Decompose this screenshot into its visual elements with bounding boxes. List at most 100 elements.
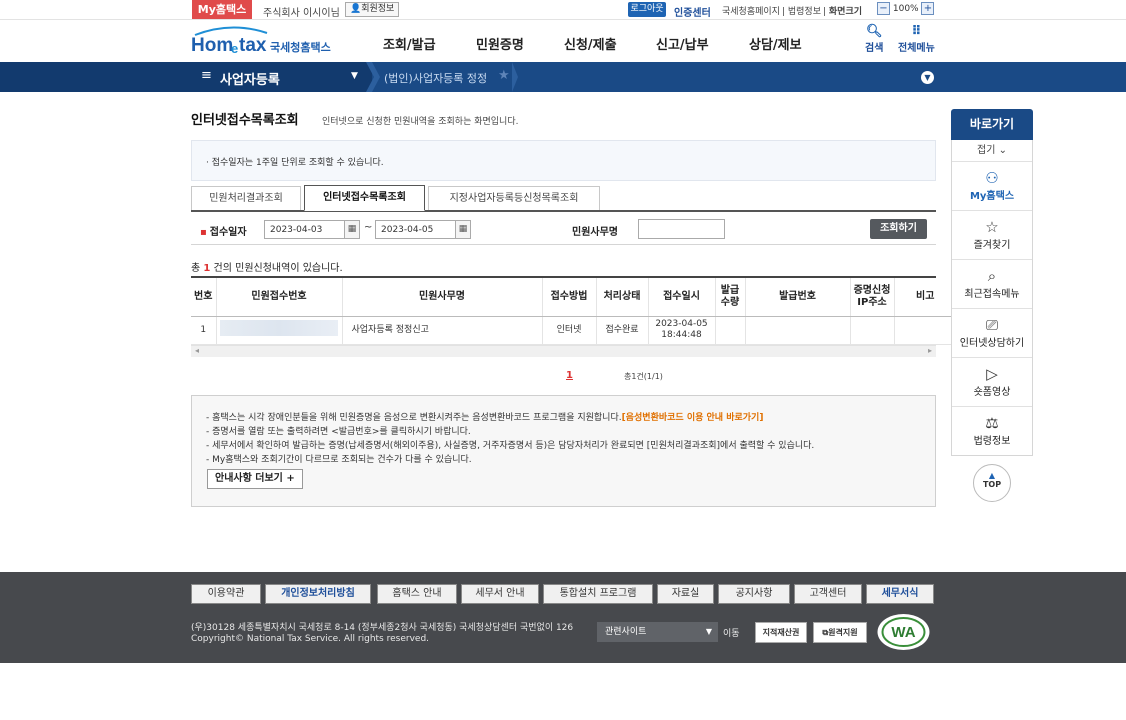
col-method: 접수방법 bbox=[541, 278, 596, 317]
calendar-icon[interactable]: ▦ bbox=[455, 220, 471, 239]
cell-status: 접수완료 bbox=[595, 316, 648, 345]
info-line: - 증명서를 열람 또는 출력하려면 <발급번호>를 클릭하시기 바랍니다. bbox=[206, 427, 471, 437]
more-info-button[interactable]: 안내사항 더보기 + bbox=[207, 469, 303, 489]
logout-button[interactable]: 로그아웃 bbox=[628, 2, 666, 17]
col-status: 처리상태 bbox=[595, 278, 648, 317]
ip-rights-badge[interactable]: 지적재산권 bbox=[755, 622, 807, 643]
footer-customer-center[interactable]: 고객센터 bbox=[794, 584, 862, 604]
page-total: 총1건(1/1) bbox=[624, 372, 663, 381]
header-search-button[interactable]: 🔍︎ 검색 bbox=[865, 24, 883, 55]
gnb-filing[interactable]: 신고/납부 bbox=[656, 34, 709, 53]
required-mark: ▪ bbox=[200, 227, 207, 238]
favorite-star-icon[interactable]: ★ bbox=[498, 68, 510, 83]
footer-tax-forms[interactable]: 세무서식 bbox=[866, 584, 934, 604]
quick-shortform-video[interactable]: ▷ 숏폼영상 bbox=[952, 358, 1032, 407]
page-title: 인터넷접수목록조회 bbox=[191, 113, 299, 128]
tab-designated-business[interactable]: 지정사업자등록등신청목록조회 bbox=[428, 186, 600, 210]
svg-text:tax: tax bbox=[239, 35, 267, 56]
date-to-input[interactable] bbox=[375, 220, 457, 239]
result-count: 총 1 건의 민원신청내역이 있습니다. bbox=[191, 263, 343, 274]
footer-library[interactable]: 자료실 bbox=[657, 584, 714, 604]
footer-office-guide[interactable]: 세무서 안내 bbox=[461, 584, 539, 604]
horizontal-scrollbar[interactable]: ◂ ▸ bbox=[191, 345, 936, 357]
footer: 이용약관 개인정보처리방침 홈택스 안내 세무서 안내 통합설치 프로그램 자료… bbox=[0, 572, 1126, 663]
calendar-icon[interactable]: ▦ bbox=[344, 220, 360, 239]
expand-icon[interactable]: ▼ bbox=[921, 71, 934, 84]
all-menu-button[interactable]: ⠿ 전체메뉴 bbox=[898, 25, 935, 55]
col-note: 비고 bbox=[893, 278, 956, 317]
date-from-input[interactable] bbox=[264, 220, 346, 239]
wa-certification-mark: WA bbox=[877, 613, 930, 651]
related-sites-select[interactable]: 관련사이트 ▼ bbox=[597, 622, 718, 642]
col-receipt-no: 민원접수번호 bbox=[215, 278, 342, 317]
member-info-button[interactable]: 👤회원정보 bbox=[345, 2, 400, 17]
quick-internet-consult[interactable]: ⎚ 인터넷상담하기 bbox=[952, 309, 1032, 358]
user-icon: 👤 bbox=[350, 4, 362, 14]
info-line: - 홈택스는 시각 장애인분들을 위해 민원증명을 음성으로 변환시켜주는 음성… bbox=[206, 413, 764, 423]
breadcrumb-current[interactable]: (법인)사업자등록 정정 bbox=[384, 70, 487, 86]
tab-internet-receipt[interactable]: 인터넷접수목록조회 bbox=[304, 185, 425, 211]
nts-homepage-link[interactable]: 국세청홈페이지 bbox=[722, 7, 780, 17]
cert-center-link[interactable]: 인증센터 bbox=[674, 4, 711, 19]
quick-favorites[interactable]: ☆ 즐겨찾기 bbox=[952, 211, 1032, 260]
page-number-current[interactable]: 1 bbox=[566, 370, 573, 381]
cell-receipt-no[interactable] bbox=[215, 316, 342, 345]
remote-support-badge[interactable]: ⧉원격지원 bbox=[813, 622, 867, 643]
notice-text: · 접수일자는 1주일 단위로 조회할 수 있습니다. bbox=[206, 158, 384, 168]
info-line: - My홈택스와 조회기간이 다르므로 조회되는 건수가 다를 수 있습니다. bbox=[206, 455, 472, 465]
menu-icon: ≡ bbox=[201, 68, 212, 83]
quick-fold-button[interactable]: 접기 ⌄ bbox=[952, 140, 1032, 162]
zoom-in-button[interactable]: + bbox=[921, 2, 935, 15]
svg-text:e: e bbox=[231, 41, 238, 56]
gnb-inquiry[interactable]: 조회/발급 bbox=[383, 34, 436, 53]
info-box: - 홈택스는 시각 장애인분들을 위해 민원증명을 음성으로 변환시켜주는 음성… bbox=[191, 395, 936, 507]
cell-ip bbox=[849, 316, 894, 345]
recent-search-icon: ⌕ bbox=[987, 267, 997, 285]
date-label: ▪ 접수일자 bbox=[200, 227, 247, 238]
tab-result-inquiry[interactable]: 민원처리결과조회 bbox=[191, 186, 301, 210]
receipt-table: 번호 민원접수번호 민원사무명 접수방법 처리상태 접수일시 발급 수량 발급번… bbox=[191, 276, 956, 357]
footer-address: (우)30128 세종특별자치시 국세청로 8-14 (정부세종2청사 국세청동… bbox=[191, 623, 574, 644]
wa-text: WA bbox=[891, 624, 915, 641]
user-icon: ⚇ bbox=[985, 169, 999, 187]
location-bar: ≡ 사업자등록 ▼ (법인)사업자등록 정정 ★ ▼ bbox=[0, 62, 1126, 92]
quick-menu-body: 접기 ⌄ ⚇ My홈택스 ☆ 즐겨찾기 ⌕ 최근접속메뉴 ⎚ 인터넷상담하기 ▷… bbox=[951, 140, 1033, 456]
col-issue-no: 발급번호 bbox=[744, 278, 850, 317]
scroll-right-icon[interactable]: ▸ bbox=[928, 346, 932, 355]
footer-terms[interactable]: 이용약관 bbox=[191, 584, 261, 604]
footer-hometax-guide[interactable]: 홈택스 안내 bbox=[377, 584, 457, 604]
search-icon: 🔍︎ bbox=[865, 24, 883, 39]
breadcrumb-separator bbox=[366, 62, 380, 92]
cell-issue-no bbox=[744, 316, 850, 345]
scroll-left-icon[interactable]: ◂ bbox=[195, 346, 199, 355]
footer-install-program[interactable]: 통합설치 프로그램 bbox=[543, 584, 653, 604]
col-minwon-name: 민원사무명 bbox=[341, 278, 542, 317]
screen-size-label: 화면크기 bbox=[828, 7, 863, 17]
quick-law-info[interactable]: ⚖ 법령정보 bbox=[952, 407, 1032, 456]
section-selector[interactable]: ≡ 사업자등록 ▼ bbox=[0, 62, 372, 92]
zoom-out-button[interactable]: − bbox=[877, 2, 890, 15]
gnb-application[interactable]: 신청/제출 bbox=[564, 34, 617, 53]
my-hometax-tab[interactable]: My홈택스 bbox=[192, 0, 252, 19]
scroll-top-button[interactable]: ▲ TOP bbox=[973, 464, 1011, 502]
gnb-certificate[interactable]: 민원증명 bbox=[476, 34, 524, 53]
go-button[interactable]: 이동 bbox=[723, 626, 740, 639]
breadcrumb-end bbox=[512, 62, 518, 92]
gnb-consult[interactable]: 상담/제보 bbox=[749, 34, 802, 53]
minwon-name-input[interactable] bbox=[638, 219, 725, 239]
page-description: 인터넷으로 신청한 민원내역을 조회하는 화면입니다. bbox=[322, 117, 519, 127]
all-menu-label: 전체메뉴 bbox=[898, 43, 935, 54]
svg-text:Hom: Hom bbox=[191, 35, 233, 56]
company-name: 주식회사 이시이님 bbox=[263, 8, 340, 19]
search-button[interactable]: 조회하기 bbox=[870, 219, 927, 239]
footer-privacy[interactable]: 개인정보처리방침 bbox=[265, 584, 371, 604]
quick-recent-menu[interactable]: ⌕ 최근접속메뉴 bbox=[952, 260, 1032, 309]
law-info-link[interactable]: 법령정보 bbox=[788, 7, 821, 17]
quick-my-hometax[interactable]: ⚇ My홈택스 bbox=[952, 162, 1032, 211]
cell-no: 1 bbox=[191, 316, 216, 345]
cell-note bbox=[893, 316, 956, 345]
hometax-logo[interactable]: Hom e tax 국세청홈택스 bbox=[191, 25, 336, 57]
voice-barcode-link[interactable]: [음성변환바코드 이용 안내 바로가기] bbox=[622, 413, 764, 423]
svg-text:국세청홈택스: 국세청홈택스 bbox=[270, 40, 331, 54]
footer-notice[interactable]: 공지사항 bbox=[718, 584, 790, 604]
